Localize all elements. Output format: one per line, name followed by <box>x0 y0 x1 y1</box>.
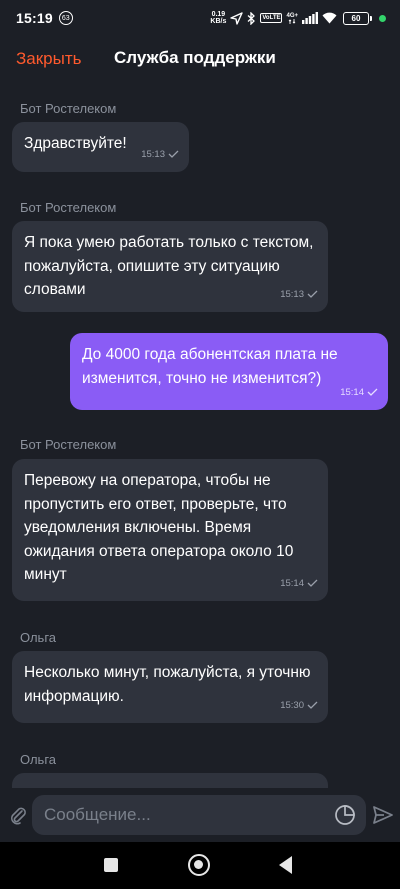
back-icon[interactable] <box>279 856 292 874</box>
chat-header: Закрыть Служба поддержки <box>0 36 400 82</box>
page-title: Служба поддержки <box>114 48 276 67</box>
network-speed-value: 0.19 <box>211 11 226 18</box>
message-meta: 15:30 <box>280 694 318 718</box>
attach-icon[interactable] <box>8 805 28 825</box>
volte-tag: VoLTE <box>260 13 283 23</box>
message-bubble-incoming[interactable]: Здравствуйте! 15:13 <box>12 122 189 172</box>
message-time: 15:13 <box>280 288 304 300</box>
message-meta: 15:13 <box>141 143 179 167</box>
message-input[interactable] <box>44 805 314 825</box>
message-bubble-outgoing[interactable]: До 4000 года абонентская плата не измени… <box>70 333 388 410</box>
check-icon <box>307 579 318 588</box>
message-time: 15:13 <box>141 148 165 160</box>
network-speed-unit: KB/s <box>210 18 227 25</box>
chat-screen: 15:19 63 0.19 KB/s VoLTE 4G+ 60 Закрыть … <box>0 0 400 889</box>
message-sender: Ольга <box>20 630 57 645</box>
message-bubble-incoming[interactable]: Перевожу на оператора, чтобы не пропусти… <box>12 459 328 601</box>
close-button[interactable]: Закрыть <box>16 49 81 69</box>
message-meta: 15:13 <box>280 283 318 307</box>
system-nav-bar <box>0 842 400 889</box>
battery-level: 60 <box>343 11 372 25</box>
status-time: 15:19 <box>16 10 53 26</box>
check-icon <box>307 290 318 299</box>
location-icon <box>230 11 244 25</box>
message-list[interactable]: Бот Ростелеком Здравствуйте! 15:13 Бот Р… <box>0 82 400 788</box>
message-meta: 15:14 <box>340 381 378 405</box>
message-text: Перевожу на оператора, чтобы не пропусти… <box>24 472 294 583</box>
recent-apps-icon[interactable] <box>104 858 118 872</box>
message-bubble-incoming[interactable] <box>12 773 328 788</box>
message-text: Несколько минут, пожалуйста, я уточню ин… <box>24 664 311 705</box>
network-type: 4G+ <box>286 13 298 24</box>
message-text: Я пока умею работать только с текстом, п… <box>24 234 314 298</box>
message-bubble-incoming[interactable]: Я пока умею работать только с текстом, п… <box>12 221 328 312</box>
signal-icon <box>302 12 318 24</box>
message-time: 15:14 <box>340 386 364 398</box>
check-icon <box>367 388 378 397</box>
message-meta: 15:14 <box>280 572 318 596</box>
send-icon[interactable] <box>372 804 394 826</box>
check-icon <box>168 150 179 159</box>
bluetooth-icon <box>247 11 256 25</box>
home-icon[interactable] <box>188 854 210 876</box>
message-input-field <box>32 795 366 835</box>
message-text: До 4000 года абонентская плата не измени… <box>82 346 338 387</box>
status-icons: 0.19 KB/s VoLTE 4G+ 60 <box>210 11 386 25</box>
privacy-indicator-icon <box>379 14 386 22</box>
wifi-icon <box>322 12 337 24</box>
message-bubble-incoming[interactable]: Несколько минут, пожалуйста, я уточню ин… <box>12 651 328 723</box>
data-arrows-icon <box>288 18 296 24</box>
notification-count-badge: 63 <box>58 11 73 25</box>
sticker-icon[interactable] <box>334 804 356 826</box>
message-time: 15:30 <box>280 699 304 711</box>
message-sender: Ольга <box>20 752 57 767</box>
network-speed: 0.19 KB/s <box>210 11 226 25</box>
message-sender: Бот Ростелеком <box>20 101 117 116</box>
message-time: 15:14 <box>280 577 304 589</box>
status-bar: 15:19 63 0.19 KB/s VoLTE 4G+ 60 <box>0 0 400 36</box>
message-sender: Бот Ростелеком <box>20 200 117 215</box>
message-composer <box>0 788 400 842</box>
check-icon <box>307 701 318 710</box>
message-sender: Бот Ростелеком <box>20 437 117 452</box>
